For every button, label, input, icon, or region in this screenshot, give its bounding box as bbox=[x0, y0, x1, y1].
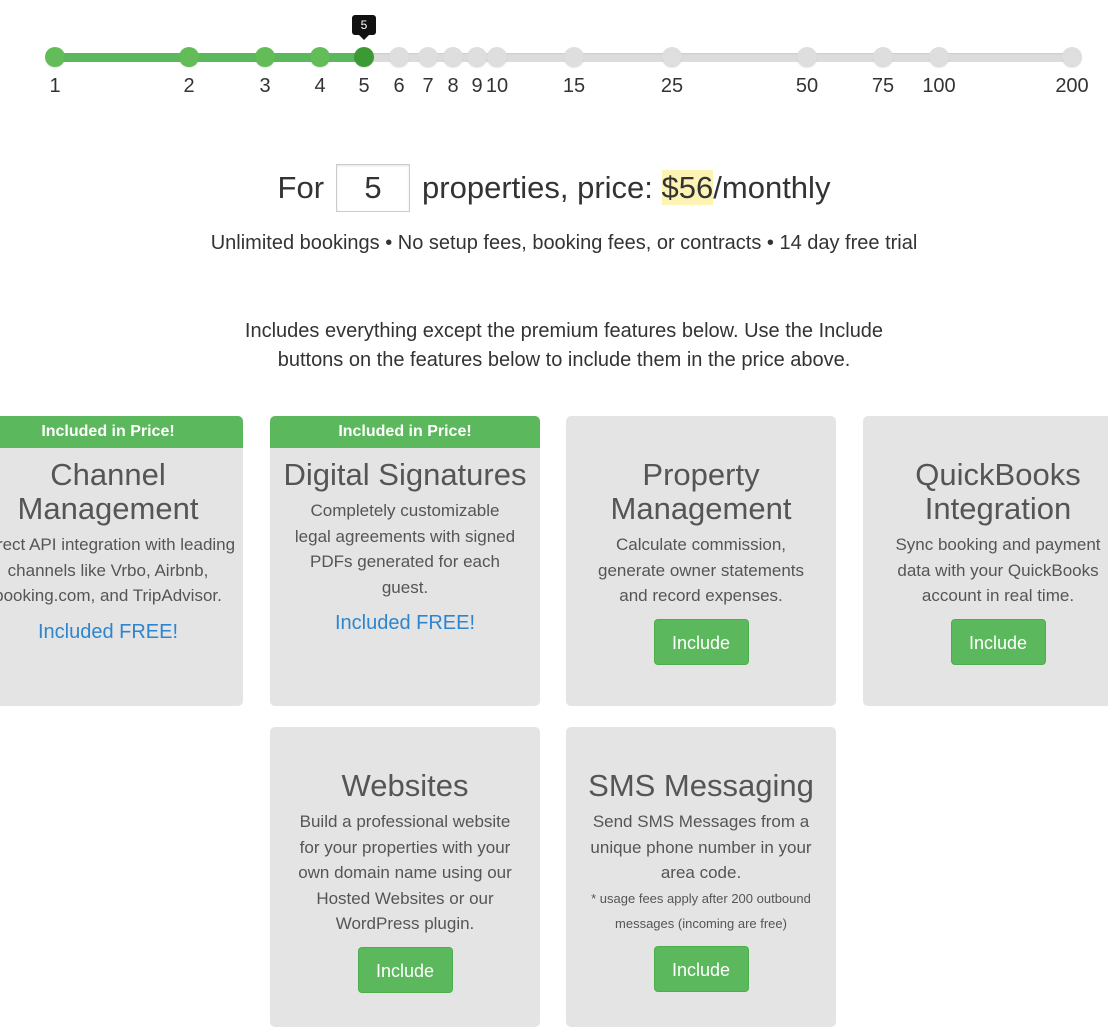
price-amount: $56 bbox=[661, 170, 714, 205]
feature-description: Calculate commission, generate owner sta… bbox=[597, 535, 804, 605]
slider-tick-label: 4 bbox=[314, 75, 326, 97]
feature-card-channel-management: Included in Price! Channel Management Di… bbox=[0, 416, 243, 706]
slider-tick-label: 75 bbox=[871, 75, 895, 97]
slider-stop-100[interactable] bbox=[929, 47, 949, 67]
slider-stop-50[interactable] bbox=[797, 47, 817, 67]
price-period: /monthly bbox=[713, 170, 831, 205]
slider-stop-10[interactable] bbox=[487, 47, 507, 67]
usage-fee-note: * usage fees apply after 200 outbound me… bbox=[591, 890, 811, 931]
feature-card-property-management: Property Management Calculate commission… bbox=[566, 416, 836, 706]
slider-tick-label: 100 bbox=[922, 75, 956, 97]
feature-card-quickbooks-integration: QuickBooks Integration Sync booking and … bbox=[863, 416, 1108, 706]
feature-title: Digital Signatures bbox=[283, 457, 527, 492]
slider-tooltip: 5 bbox=[352, 15, 376, 40]
feature-title: SMS Messaging bbox=[588, 768, 814, 803]
included-banner: Included in Price! bbox=[0, 416, 243, 448]
slider-stop-4[interactable] bbox=[310, 47, 330, 67]
includes-description: Includes everything except the premium f… bbox=[244, 320, 884, 371]
feature-description: Sync booking and payment data with your … bbox=[895, 535, 1101, 605]
slider-stop-7[interactable] bbox=[418, 47, 438, 67]
slider-stop-25[interactable] bbox=[662, 47, 682, 67]
slider-handle[interactable] bbox=[354, 47, 374, 67]
include-button-websites[interactable]: Include bbox=[357, 946, 453, 993]
feature-title: Websites bbox=[341, 768, 469, 803]
included-free-label: Included FREE! bbox=[334, 612, 476, 634]
slider-tick-label: 200 bbox=[1055, 75, 1089, 97]
slider-tick-label: 5 bbox=[358, 75, 370, 97]
slider-stop-200[interactable] bbox=[1062, 47, 1082, 67]
slider-stop-75[interactable] bbox=[873, 47, 893, 67]
feature-title: Channel Management bbox=[17, 457, 199, 526]
feature-description: Completely customizable legal agreements… bbox=[294, 501, 516, 597]
slider-tick-label: 3 bbox=[259, 75, 271, 97]
slider-tick-label: 9 bbox=[471, 75, 483, 97]
feature-title: QuickBooks Integration bbox=[915, 457, 1081, 526]
included-free-label: Included FREE! bbox=[37, 620, 179, 643]
price-summary: For properties, price: $56/monthly bbox=[0, 164, 1108, 212]
slider-tick-label: 6 bbox=[393, 75, 405, 97]
slider-tick-label: 1 bbox=[49, 75, 61, 97]
feature-description: Send SMS Messages from a unique phone nu… bbox=[590, 812, 812, 882]
include-button-quickbooks[interactable]: Include bbox=[950, 618, 1046, 665]
price-prefix: For bbox=[277, 170, 325, 205]
slider-stop-1[interactable] bbox=[45, 47, 65, 67]
feature-card-sms-messaging: SMS Messaging Send SMS Messages from a u… bbox=[566, 727, 836, 1027]
slider-stop-6[interactable] bbox=[389, 47, 409, 67]
slider-stop-2[interactable] bbox=[179, 47, 199, 67]
include-button-sms[interactable]: Include bbox=[653, 945, 749, 992]
slider-stop-3[interactable] bbox=[255, 47, 275, 67]
slider-tick-label: 7 bbox=[422, 75, 434, 97]
feature-card-digital-signatures: Included in Price! Digital Signatures Co… bbox=[270, 416, 540, 706]
slider-stop-15[interactable] bbox=[564, 47, 584, 67]
property-count-slider[interactable]: 1 2 3 4 5 6 7 8 9 10 15 25 50 75 100 200 5 bbox=[0, 0, 1108, 110]
property-count-input[interactable] bbox=[336, 164, 411, 212]
feature-description: Build a professional website for your pr… bbox=[298, 812, 512, 933]
slider-tick-label: 2 bbox=[183, 75, 195, 97]
slider-tick-label: 15 bbox=[562, 75, 586, 97]
slider-tick-label: 8 bbox=[447, 75, 459, 97]
include-button-property-management[interactable]: Include bbox=[653, 618, 749, 665]
feature-title: Property Management bbox=[610, 457, 792, 526]
slider-tick-label: 25 bbox=[660, 75, 684, 97]
slider-tick-label: 10 bbox=[485, 75, 509, 97]
feature-card-websites: Websites Build a professional website fo… bbox=[270, 727, 540, 1027]
price-middle: properties, price: bbox=[422, 170, 653, 205]
included-banner: Included in Price! bbox=[270, 416, 540, 448]
pricing-subtitle: Unlimited bookings • No setup fees, book… bbox=[210, 232, 918, 254]
slider-tick-label: 50 bbox=[795, 75, 819, 97]
slider-stop-8[interactable] bbox=[443, 47, 463, 67]
feature-description: Direct API integration with leading chan… bbox=[0, 535, 236, 605]
slider-stop-9[interactable] bbox=[467, 47, 487, 67]
